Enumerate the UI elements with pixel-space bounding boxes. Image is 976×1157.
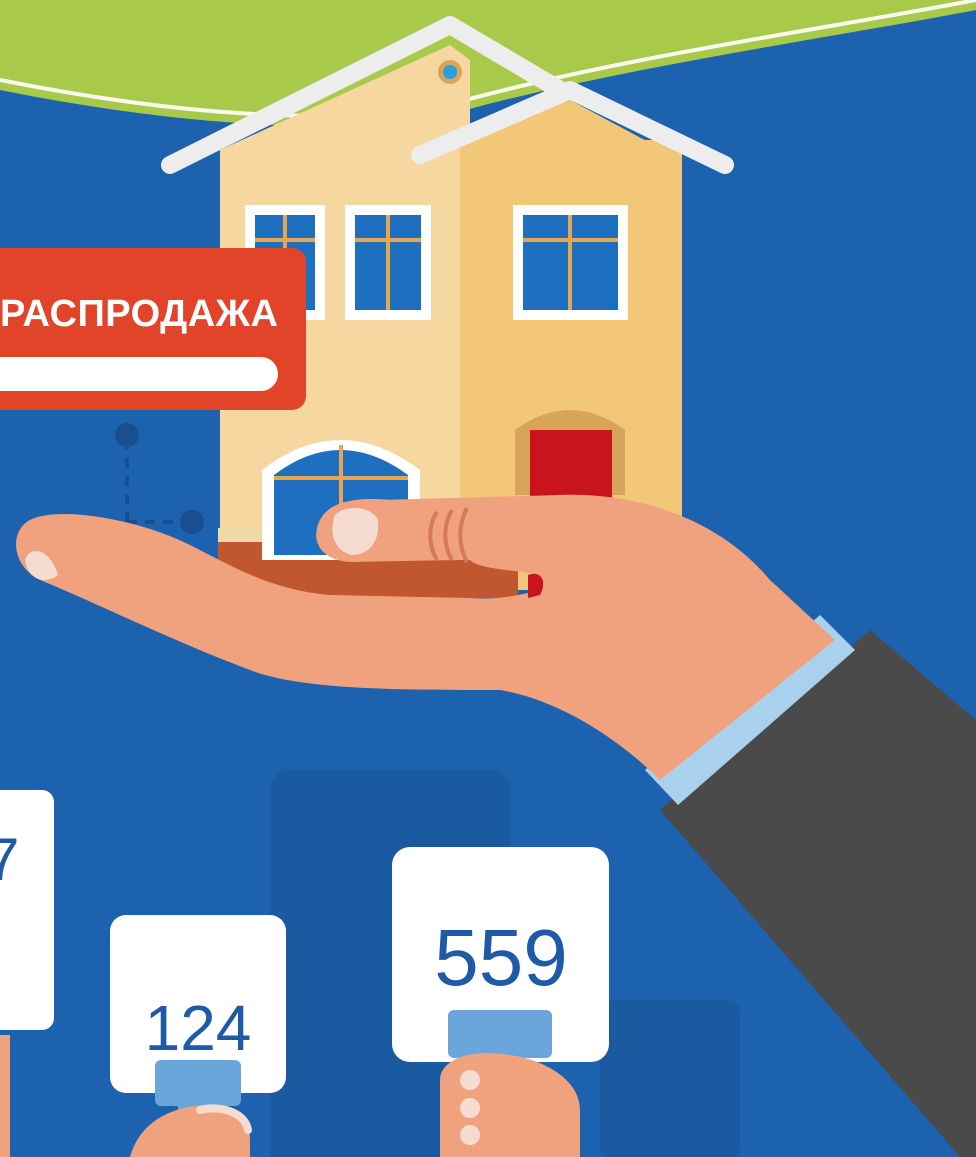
paddle-number: 559 (434, 913, 567, 1002)
sale-sign: РАСПРОДАЖА (0, 248, 306, 410)
paddle-number: 124 (145, 992, 252, 1064)
window (513, 205, 628, 320)
window (345, 205, 431, 320)
sale-sign-label: РАСПРОДАЖА (0, 293, 278, 335)
auction-illustration: РАСПРОДАЖА 7 124 559 (0, 0, 976, 1157)
bg-building-shape (600, 1000, 740, 1157)
svg-text:7: 7 (0, 826, 19, 893)
door (515, 410, 625, 500)
